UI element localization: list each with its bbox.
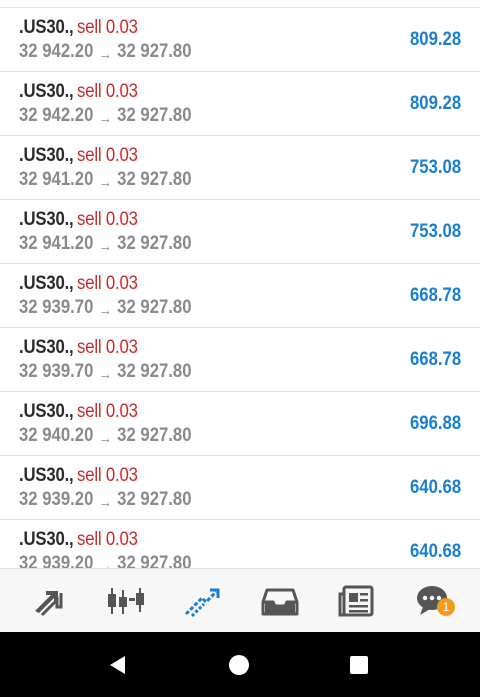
trade-symbol: .US30.,: [19, 17, 74, 38]
home-icon: [229, 654, 249, 675]
bottom-tab-bar: 1: [0, 568, 480, 632]
back-icon: [110, 655, 125, 674]
tab-quotes[interactable]: [19, 569, 79, 633]
trade-profit: 668.78: [409, 349, 461, 370]
current-price: 32 927.80: [117, 169, 192, 190]
android-nav-bar: [0, 632, 480, 697]
recents-icon: [350, 655, 368, 674]
trade-profit: 640.68: [409, 541, 461, 562]
arrow-right-icon: →: [98, 46, 112, 63]
trade-symbol: .US30.,: [19, 273, 74, 294]
open-price: 32 941.20: [19, 233, 94, 254]
open-price: 32 939.20: [19, 489, 94, 510]
trade-row[interactable]: .US30., sell 0.03 32 939.70 → 32 927.80 668…: [0, 264, 480, 328]
chart-candles-icon: [108, 588, 144, 614]
trade-row[interactable]: .US30., sell 0.03 32 939.20 → 32 927.80 640…: [0, 456, 480, 520]
arrow-right-icon: →: [98, 494, 112, 511]
open-price: 32 940.20: [19, 425, 94, 446]
trade-row[interactable]: .US30., sell 0.03 32 939.20 → 32 927.80 640…: [0, 520, 480, 568]
open-price: 32 939.70: [19, 297, 94, 318]
current-price: 32 927.80: [117, 553, 192, 568]
open-price: 32 939.70: [19, 361, 94, 382]
trade-side: sell 0.03: [77, 273, 138, 294]
trade-profit: 696.88: [409, 413, 461, 434]
open-price: 32 939.20: [19, 553, 94, 568]
trade-symbol: .US30.,: [19, 337, 74, 358]
trade-row[interactable]: .US30., sell 0.03 32 941.20 → 32 927.80 753…: [0, 136, 480, 200]
trade-symbol: .US30.,: [19, 401, 74, 422]
trade-side: sell 0.03: [77, 209, 138, 230]
trade-side: sell 0.03: [77, 17, 138, 38]
trade-side: sell 0.03: [77, 145, 138, 166]
arrow-right-icon: →: [98, 558, 112, 568]
trade-side: sell 0.03: [77, 465, 138, 486]
arrow-right-icon: →: [98, 366, 112, 383]
trade-row[interactable]: .US30., sell 0.03 32 942.20 → 32 927.80 809…: [0, 8, 480, 72]
news-icon: [338, 585, 374, 617]
tab-trade[interactable]: [172, 569, 232, 633]
recents-button[interactable]: [319, 632, 399, 697]
trade-icon: [184, 588, 220, 618]
trade-symbol: .US30.,: [19, 145, 74, 166]
trade-symbol: .US30.,: [19, 465, 74, 486]
trade-row[interactable]: .US30., sell 0.03 32 942.20 → 32 927.80 809…: [0, 72, 480, 136]
trade-side: sell 0.03: [77, 81, 138, 102]
quotes-arrows-icon: [35, 591, 63, 617]
tab-news[interactable]: [327, 569, 387, 633]
tab-chart[interactable]: [96, 569, 156, 633]
trade-profit: 809.28: [409, 29, 461, 50]
home-button[interactable]: [199, 632, 279, 697]
trade-profit: 753.08: [409, 157, 461, 178]
current-price: 32 927.80: [117, 425, 192, 446]
open-price: 32 942.20: [19, 105, 94, 126]
current-price: 32 927.80: [117, 361, 192, 382]
trade-row[interactable]: .US30., sell 0.03 32 940.20 → 32 927.80 696…: [0, 392, 480, 456]
list-top-edge: [0, 0, 480, 8]
current-price: 32 927.80: [117, 41, 192, 62]
trade-list[interactable]: .US30., sell 0.03 32 942.20 → 32 927.80 809…: [0, 8, 480, 568]
current-price: 32 927.80: [117, 489, 192, 510]
arrow-right-icon: →: [98, 302, 112, 319]
tab-chat[interactable]: 1: [403, 569, 463, 633]
tab-history[interactable]: [250, 569, 310, 633]
chat-unread-badge: 1: [437, 598, 455, 616]
trade-symbol: .US30.,: [19, 209, 74, 230]
history-inbox-icon: [261, 588, 299, 616]
current-price: 32 927.80: [117, 297, 192, 318]
trade-row[interactable]: .US30., sell 0.03 32 939.70 → 32 927.80 668…: [0, 328, 480, 392]
trade-side: sell 0.03: [77, 337, 138, 358]
current-price: 32 927.80: [117, 105, 192, 126]
open-price: 32 942.20: [19, 41, 94, 62]
current-price: 32 927.80: [117, 233, 192, 254]
trade-symbol: .US30.,: [19, 81, 74, 102]
trade-profit: 668.78: [409, 285, 461, 306]
trade-profit: 809.28: [409, 93, 461, 114]
arrow-right-icon: →: [98, 238, 112, 255]
trade-profit: 753.08: [409, 221, 461, 242]
arrow-right-icon: →: [98, 110, 112, 127]
arrow-right-icon: →: [98, 430, 112, 447]
back-button[interactable]: [78, 632, 158, 697]
trade-row[interactable]: .US30., sell 0.03 32 941.20 → 32 927.80 753…: [0, 200, 480, 264]
trade-side: sell 0.03: [77, 401, 138, 422]
trade-side: sell 0.03: [77, 529, 138, 550]
trade-symbol: .US30.,: [19, 529, 74, 550]
trade-profit: 640.68: [409, 477, 461, 498]
open-price: 32 941.20: [19, 169, 94, 190]
arrow-right-icon: →: [98, 174, 112, 191]
